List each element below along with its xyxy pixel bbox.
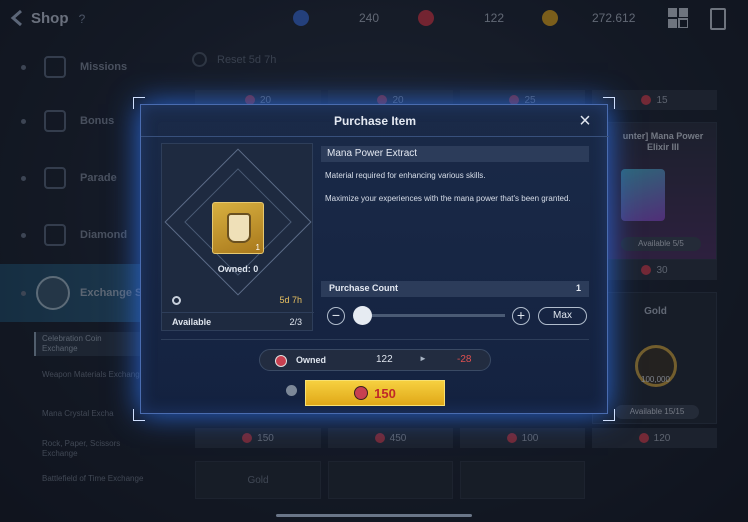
owned-count: Owned: 0 — [217, 264, 259, 274]
extract-jar-icon — [227, 213, 251, 243]
quantity-slider-knob[interactable] — [353, 306, 372, 325]
home-indicator[interactable] — [276, 514, 472, 517]
owned-delta: -28 — [457, 354, 472, 365]
item-name: Mana Power Extract — [321, 146, 589, 162]
frame-corner — [603, 409, 615, 421]
red-crystal-icon — [354, 386, 369, 400]
buy-price: 150 — [374, 385, 396, 401]
purchase-count-label: Purchase Count — [329, 283, 399, 293]
purchase-count-value: 1 — [575, 283, 581, 293]
close-icon[interactable]: × — [576, 111, 594, 131]
divider — [161, 339, 589, 340]
owned-value: 122 — [376, 354, 393, 365]
radio-indicator[interactable] — [286, 385, 297, 396]
available-row: Available 2/3 — [162, 312, 314, 330]
divider — [141, 136, 609, 137]
available-value: 2/3 — [289, 317, 302, 327]
purchase-modal: Purchase Item × 1 Owned: 0 5d 7h Availab… — [133, 97, 615, 421]
increase-button[interactable]: + — [512, 307, 530, 325]
frame-corner — [133, 97, 145, 109]
timer-row: 5d 7h — [162, 294, 314, 310]
decrease-button[interactable]: − — [327, 307, 345, 325]
quantity-slider-track[interactable] — [363, 314, 505, 317]
modal-title: Purchase Item — [333, 114, 417, 128]
purchase-count-bar: Purchase Count 1 — [321, 281, 589, 297]
item-thumbnail: 1 — [212, 202, 264, 254]
red-crystal-icon — [275, 355, 287, 367]
clock-icon — [172, 296, 181, 305]
owned-label: Owned — [296, 355, 327, 365]
arrow-right-icon: ► — [419, 354, 427, 363]
max-button[interactable]: Max — [538, 307, 587, 325]
owned-currency-bar: Owned 122 ► -28 — [259, 349, 491, 371]
item-description: Material required for enhancing various … — [325, 171, 486, 180]
item-description: Maximize your experiences with the mana … — [325, 194, 571, 203]
frame-corner — [603, 97, 615, 109]
timer-value: 5d 7h — [279, 295, 302, 305]
frame-corner — [133, 409, 145, 421]
item-quantity: 1 — [255, 243, 260, 252]
item-preview: 1 Owned: 0 5d 7h Available 2/3 — [161, 143, 314, 331]
buy-button[interactable]: 150 — [305, 380, 445, 406]
available-label: Available — [172, 317, 212, 327]
